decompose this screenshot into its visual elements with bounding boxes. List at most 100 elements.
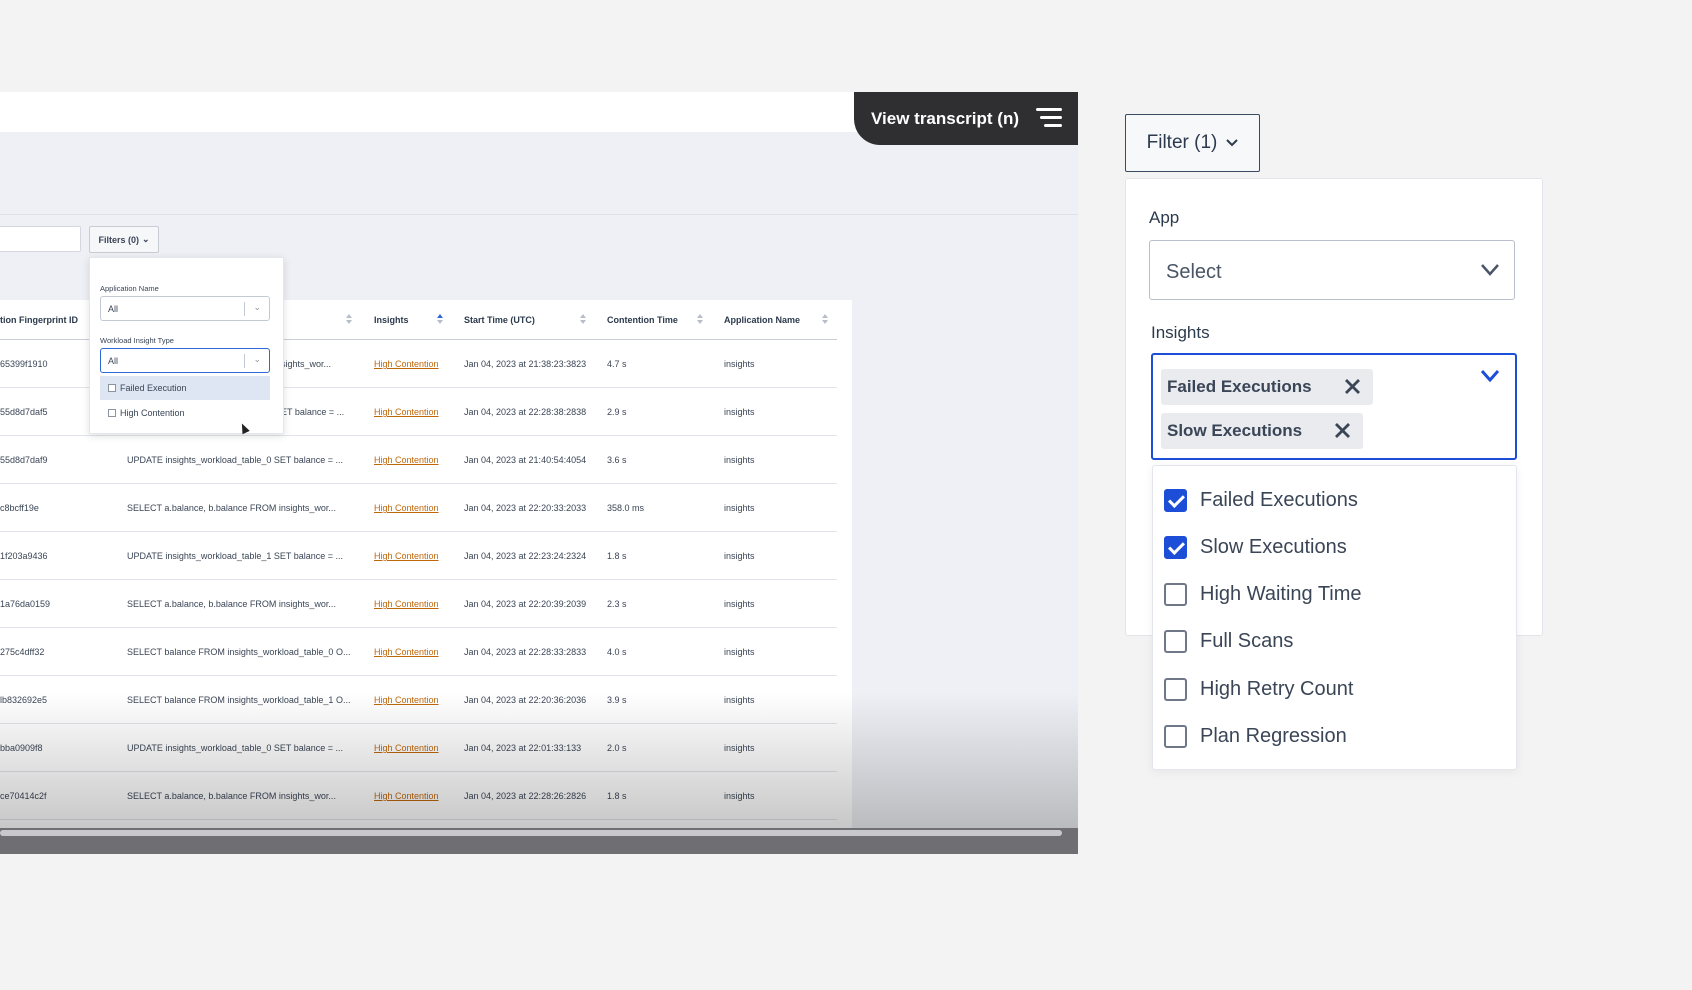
table-row[interactable]: 1f203a9436 UPDATE insights_workload_tabl… [0,532,837,580]
workload-insight-type-select[interactable]: All ⌄ [100,348,270,373]
column-header-insights[interactable]: Insights [374,315,409,325]
checkbox[interactable] [1164,724,1187,748]
checkbox[interactable] [1164,677,1187,701]
sort-icon[interactable] [697,314,704,326]
workload-insight-type-label: Workload Insight Type [100,336,174,345]
checkbox[interactable] [1164,629,1187,653]
fingerprint-id[interactable]: lb832692e5 [0,695,47,705]
view-transcript-button[interactable]: View transcript (n) [854,92,1078,145]
statement: UPDATE insights_workload_table_0 SET bal… [127,455,344,465]
column-header-start-time[interactable]: Start Time (UTC) [464,315,535,325]
application-name: insights [724,503,755,513]
fingerprint-id[interactable]: 1f203a9436 [0,551,48,561]
table-row[interactable]: 275c4dff32 SELECT balance FROM insights_… [0,628,837,676]
option-high-retry-count[interactable]: High Retry Count [1164,673,1353,705]
insight-link[interactable]: High Contention [374,503,439,513]
start-time: Jan 04, 2023 at 22:01:33:133 [464,743,582,753]
sort-icon[interactable] [822,314,829,326]
fingerprint-id[interactable]: c8bcff19e [0,503,39,513]
start-time: Jan 04, 2023 at 22:23:24:2324 [464,551,587,561]
insights-options-list: Failed Executions Slow Executions High W… [1152,465,1517,770]
application-name-select[interactable]: All ⌄ [100,296,270,321]
chevron-down-icon[interactable] [1480,369,1500,383]
option-high-waiting-time[interactable]: High Waiting Time [1164,578,1362,610]
insights-label: Insights [1151,323,1210,342]
table-row[interactable]: bba0909f8 UPDATE insights_workload_table… [0,724,837,772]
application-name: insights [724,551,755,561]
fingerprint-id[interactable]: 275c4dff32 [0,647,44,657]
application-name: insights [724,455,755,465]
application-name: insights [724,743,755,753]
checkbox[interactable] [1164,582,1187,606]
column-header-fingerprint[interactable]: tion Fingerprint ID [0,315,78,325]
divider [244,302,245,316]
table-row[interactable]: c8bcff19e SELECT a.balance, b.balance FR… [0,484,837,532]
option-plan-regression[interactable]: Plan Regression [1164,720,1347,752]
application-name: insights [724,695,755,705]
close-icon[interactable] [1334,422,1351,439]
statement: SELECT a.balance, b.balance FROM insight… [127,791,336,801]
insight-link[interactable]: High Contention [374,407,439,417]
checkbox[interactable] [108,384,116,392]
video-progress-bar[interactable] [0,830,1062,836]
checkbox-checked[interactable] [1164,535,1187,559]
table-row[interactable]: lb832692e5 SELECT balance FROM insights_… [0,676,837,724]
insight-link[interactable]: High Contention [374,743,439,753]
column-header-application-name[interactable]: Application Name [724,315,800,325]
option-label: High Retry Count [1200,677,1354,700]
checkbox[interactable] [108,409,116,417]
close-icon[interactable] [1344,378,1361,395]
app-label: App [1149,208,1180,227]
fingerprint-id[interactable]: 55d8d7daf9 [0,455,48,465]
table-row[interactable]: 55d8d7daf9 UPDATE insights_workload_tabl… [0,436,837,484]
fingerprint-id[interactable]: bba0909f8 [0,743,43,753]
contention-time: 2.0 s [607,743,627,753]
statement: SELECT balance FROM insights_workload_ta… [127,695,351,705]
insights-multiselect[interactable]: Failed Executions Slow Executions [1151,353,1517,460]
chevron-down-icon [1226,139,1239,147]
column-header-contention-time[interactable]: Contention Time [607,315,678,325]
insight-link[interactable]: High Contention [374,695,439,705]
insight-link[interactable]: High Contention [374,791,439,801]
option-label: Failed Executions [1200,488,1358,511]
table-row[interactable]: ce70414c2f SELECT a.balance, b.balance F… [0,772,837,820]
option-failed-executions[interactable]: Failed Executions [1164,484,1358,516]
start-time: Jan 04, 2023 at 22:28:33:2833 [464,647,587,657]
application-name-value: All [108,304,119,314]
filters-button-label: Filters (0) [98,234,139,245]
table-row[interactable]: 1a76da0159 SELECT a.balance, b.balance F… [0,580,837,628]
option-label: Plan Regression [1200,724,1347,747]
fingerprint-id[interactable]: 65399f1910 [0,359,48,369]
application-name: insights [724,791,755,801]
sort-icon[interactable] [580,314,587,326]
start-time: Jan 04, 2023 at 21:38:23:3823 [464,359,587,369]
option-failed-execution[interactable]: Failed Execution [100,376,270,400]
insight-link[interactable]: High Contention [374,359,439,369]
contention-time: 4.0 s [607,647,627,657]
view-transcript-label: View transcript (n) [871,108,1019,128]
insight-link[interactable]: High Contention [374,647,439,657]
search-input[interactable] [0,226,81,252]
sort-icon[interactable] [346,314,353,326]
option-slow-executions[interactable]: Slow Executions [1164,531,1347,563]
divider [244,354,245,368]
application-name: insights [724,359,755,369]
fingerprint-id[interactable]: 55d8d7daf5 [0,407,48,417]
statement: SELECT a.balance, b.balance FROM insight… [127,503,336,513]
option-full-scans[interactable]: Full Scans [1164,625,1293,657]
fingerprint-id[interactable]: ce70414c2f [0,791,47,801]
insight-link[interactable]: High Contention [374,599,439,609]
fingerprint-id[interactable]: 1a76da0159 [0,599,50,609]
insight-link[interactable]: High Contention [374,551,439,561]
filters-button[interactable]: Filters (0) ⌄ [89,226,159,253]
start-time: Jan 04, 2023 at 22:20:36:2036 [464,695,587,705]
contention-time: 358.0 ms [607,503,645,513]
app-select-placeholder: Select [1166,261,1222,283]
filter-button[interactable]: Filter (1) [1125,114,1260,172]
checkbox-checked[interactable] [1164,488,1187,512]
option-label: Failed Execution [120,383,187,393]
option-label: High Waiting Time [1200,582,1362,605]
app-select[interactable]: Select [1149,240,1515,300]
sort-ascending-icon[interactable] [437,314,444,326]
insight-link[interactable]: High Contention [374,455,439,465]
